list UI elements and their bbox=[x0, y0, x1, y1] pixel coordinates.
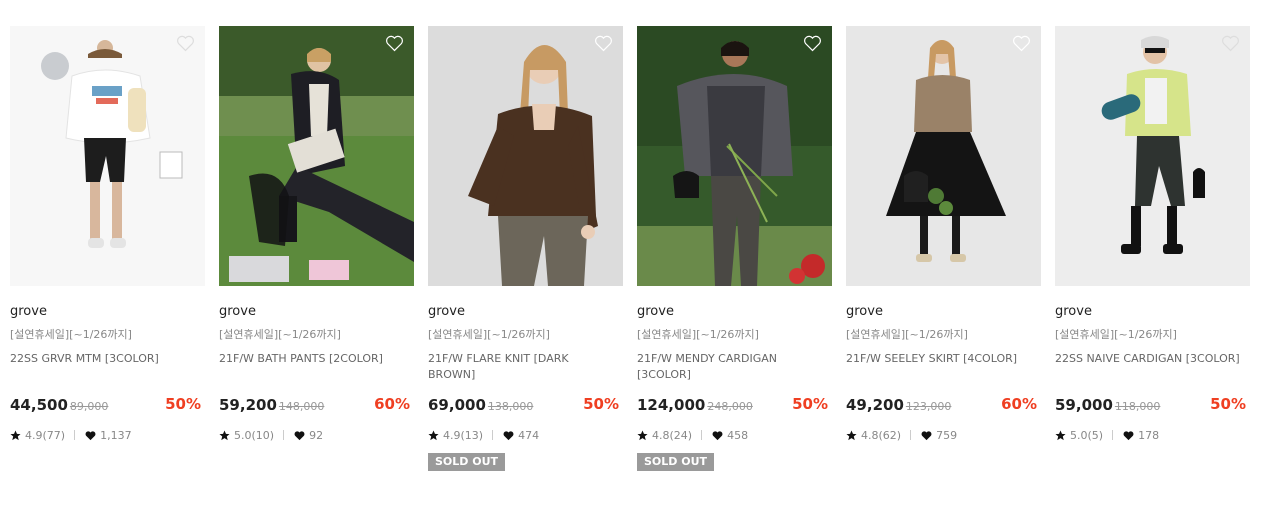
product-name[interactable]: 21F/W MENDY CARDIGAN [3COLOR] bbox=[637, 351, 825, 385]
product-card[interactable]: grove [설연휴세일][~1/26까지] 22SS NAIVE CARDIG… bbox=[1055, 26, 1250, 471]
likes-count: 458 bbox=[727, 428, 749, 442]
sold-out-badge: SOLD OUT bbox=[428, 453, 506, 471]
original-price: 118,000 bbox=[1114, 400, 1161, 413]
divider bbox=[701, 430, 703, 440]
product-card[interactable]: grove [설연휴세일][~1/26까지] 22SS GRVR MTM [3C… bbox=[10, 26, 205, 471]
sale-price: 59,200 bbox=[219, 396, 277, 414]
likes-count: 759 bbox=[936, 428, 958, 442]
heart-filled-icon bbox=[921, 430, 932, 440]
brand-name[interactable]: grove bbox=[637, 303, 832, 321]
rating-text: 4.9(77) bbox=[25, 428, 66, 442]
price-row: 69,000 138,000 50% bbox=[428, 395, 623, 415]
original-price: 148,000 bbox=[278, 400, 325, 413]
product-name[interactable]: 21F/W BATH PANTS [2COLOR] bbox=[219, 351, 407, 385]
star-icon bbox=[428, 429, 439, 440]
star-icon bbox=[1055, 429, 1066, 440]
sale-price: 44,500 bbox=[10, 396, 68, 414]
product-image[interactable] bbox=[219, 26, 414, 286]
divider bbox=[283, 430, 285, 440]
promo-text: [설연휴세일][~1/26까지] bbox=[637, 328, 759, 341]
review-likes-row: 4.8(24) 458 bbox=[637, 427, 832, 443]
review-likes-row: 4.9(77) 1,137 bbox=[10, 427, 205, 443]
rating-text: 4.9(13) bbox=[443, 428, 484, 442]
product-image[interactable] bbox=[846, 26, 1041, 286]
discount-rate: 50% bbox=[1210, 395, 1246, 413]
review-likes-row: 5.0(5) 178 bbox=[1055, 427, 1250, 443]
review-likes-row: 4.8(62) 759 bbox=[846, 427, 1041, 443]
brand-name[interactable]: grove bbox=[846, 303, 1041, 321]
product-grid: grove [설연휴세일][~1/26까지] 22SS GRVR MTM [3C… bbox=[10, 26, 1250, 471]
wishlist-heart-icon[interactable] bbox=[1221, 35, 1240, 52]
price-row: 49,200 123,000 60% bbox=[846, 395, 1041, 415]
sale-price: 59,000 bbox=[1055, 396, 1113, 414]
sale-price: 49,200 bbox=[846, 396, 904, 414]
sold-out-badge: SOLD OUT bbox=[637, 453, 715, 471]
product-card[interactable]: grove [설연휴세일][~1/26까지] 21F/W MENDY CARDI… bbox=[637, 26, 832, 471]
divider bbox=[1112, 430, 1114, 440]
discount-rate: 50% bbox=[583, 395, 619, 413]
star-icon bbox=[10, 429, 21, 440]
promo-text: [설연휴세일][~1/26까지] bbox=[1055, 328, 1177, 341]
heart-filled-icon bbox=[85, 430, 96, 440]
promo-text: [설연휴세일][~1/26까지] bbox=[10, 328, 132, 341]
product-card[interactable]: grove [설연휴세일][~1/26까지] 21F/W BATH PANTS … bbox=[219, 26, 414, 471]
product-image[interactable] bbox=[10, 26, 205, 286]
product-name[interactable]: 22SS GRVR MTM [3COLOR] bbox=[10, 351, 198, 385]
review-likes-row: 4.9(13) 474 bbox=[428, 427, 623, 443]
rating-text: 4.8(62) bbox=[861, 428, 902, 442]
price-row: 124,000 248,000 50% bbox=[637, 395, 832, 415]
price-row: 59,000 118,000 50% bbox=[1055, 395, 1250, 415]
star-icon bbox=[637, 429, 648, 440]
original-price: 123,000 bbox=[905, 400, 952, 413]
likes-count: 474 bbox=[518, 428, 540, 442]
promo-text: [설연휴세일][~1/26까지] bbox=[846, 328, 968, 341]
star-icon bbox=[219, 429, 230, 440]
discount-rate: 60% bbox=[374, 395, 410, 413]
sale-price: 124,000 bbox=[637, 396, 706, 414]
original-price: 248,000 bbox=[707, 400, 753, 413]
brand-name[interactable]: grove bbox=[428, 303, 623, 321]
product-card[interactable]: grove [설연휴세일][~1/26까지] 21F/W FLARE KNIT … bbox=[428, 26, 623, 471]
product-name[interactable]: 21F/W SEELEY SKIRT [4COLOR] bbox=[846, 351, 1034, 385]
promo-text: [설연휴세일][~1/26까지] bbox=[428, 328, 550, 341]
product-image[interactable] bbox=[428, 26, 623, 286]
likes-count: 178 bbox=[1138, 428, 1160, 442]
rating-text: 5.0(10) bbox=[234, 428, 275, 442]
brand-name[interactable]: grove bbox=[1055, 303, 1250, 321]
wishlist-heart-icon[interactable] bbox=[803, 35, 822, 52]
product-name[interactable]: 22SS NAIVE CARDIGAN [3COLOR] bbox=[1055, 351, 1243, 385]
sale-price: 69,000 bbox=[428, 396, 486, 414]
heart-filled-icon bbox=[503, 430, 514, 440]
review-likes-row: 5.0(10) 92 bbox=[219, 427, 414, 443]
divider bbox=[910, 430, 912, 440]
divider bbox=[74, 430, 76, 440]
likes-count: 92 bbox=[309, 428, 324, 442]
original-price: 89,000 bbox=[69, 400, 109, 413]
likes-count: 1,137 bbox=[100, 428, 132, 442]
rating-text: 5.0(5) bbox=[1070, 428, 1104, 442]
heart-filled-icon bbox=[294, 430, 305, 440]
product-card[interactable]: grove [설연휴세일][~1/26까지] 21F/W SEELEY SKIR… bbox=[846, 26, 1041, 471]
discount-rate: 60% bbox=[1001, 395, 1037, 413]
wishlist-heart-icon[interactable] bbox=[385, 35, 404, 52]
rating-text: 4.8(24) bbox=[652, 428, 693, 442]
star-icon bbox=[846, 429, 857, 440]
product-name[interactable]: 21F/W FLARE KNIT [DARK BROWN] bbox=[428, 351, 616, 385]
wishlist-heart-icon[interactable] bbox=[1012, 35, 1031, 52]
divider bbox=[492, 430, 494, 440]
wishlist-heart-icon[interactable] bbox=[176, 35, 195, 52]
price-row: 59,200 148,000 60% bbox=[219, 395, 414, 415]
product-image[interactable] bbox=[1055, 26, 1250, 286]
heart-filled-icon bbox=[1123, 430, 1134, 440]
brand-name[interactable]: grove bbox=[219, 303, 414, 321]
discount-rate: 50% bbox=[792, 395, 828, 413]
wishlist-heart-icon[interactable] bbox=[594, 35, 613, 52]
discount-rate: 50% bbox=[165, 395, 201, 413]
brand-name[interactable]: grove bbox=[10, 303, 205, 321]
original-price: 138,000 bbox=[487, 400, 534, 413]
product-image[interactable] bbox=[637, 26, 832, 286]
price-row: 44,500 89,000 50% bbox=[10, 395, 205, 415]
heart-filled-icon bbox=[712, 430, 723, 440]
promo-text: [설연휴세일][~1/26까지] bbox=[219, 328, 341, 341]
